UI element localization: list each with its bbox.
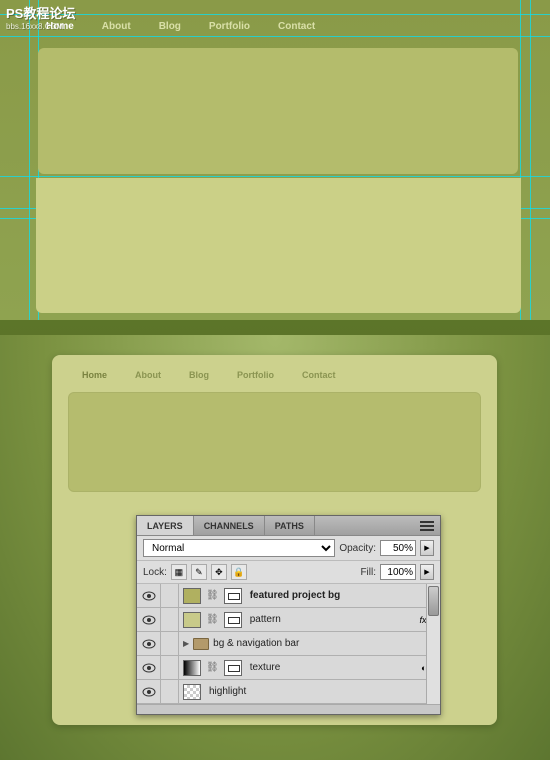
blend-opacity-row: Normal Opacity: ▶ (137, 536, 440, 561)
lock-transparency-icon[interactable]: ▦ (171, 564, 187, 580)
mask-thumb[interactable] (224, 612, 242, 628)
fill-flyout-button[interactable]: ▶ (420, 564, 434, 580)
layer-scrollbar[interactable] (426, 584, 440, 704)
layer-thumbs: ⛓ (179, 588, 246, 604)
layer-row[interactable]: ⛓ texture ◐ ▾ (137, 656, 440, 680)
layer-row[interactable]: ▶ bg & navigation bar (137, 632, 440, 656)
guide-vertical (530, 0, 531, 320)
layer-list: ⛓ featured project bg ⛓ pattern fx ▾ ▶ b… (137, 584, 440, 704)
watermark-line1: PS教程论坛 (6, 6, 75, 22)
nav-item-contact[interactable]: Contact (264, 16, 329, 37)
fill-label: Fill: (360, 567, 376, 578)
watermark-line2: bbs.16xx8.COM (6, 22, 75, 32)
nav-item-blog[interactable]: Blog (145, 16, 195, 37)
layer-row[interactable]: highlight (137, 680, 440, 704)
layers-panel[interactable]: LAYERS CHANNELS PATHS Normal Opacity: ▶ … (136, 515, 441, 715)
lock-fill-row: Lock: ▦ ✎ ✥ 🔒 Fill: ▶ (137, 561, 440, 584)
eye-icon (142, 639, 156, 649)
layer-thumb[interactable] (183, 660, 201, 676)
link-icon: ⛓ (204, 662, 221, 673)
layer-thumbs (179, 684, 205, 700)
layers-footer (137, 704, 440, 714)
eye-icon (142, 687, 156, 697)
visibility-toggle[interactable] (137, 680, 161, 703)
visibility-toggle[interactable] (137, 632, 161, 655)
folder-disclosure-icon[interactable]: ▶ (179, 639, 193, 648)
layer-thumb[interactable] (183, 588, 201, 604)
layer-name[interactable]: highlight (205, 686, 440, 697)
opacity-label: Opacity: (339, 543, 376, 554)
layer-thumbs: ⛓ (179, 660, 246, 676)
eye-icon (142, 615, 156, 625)
featured-box-bottom (68, 392, 481, 492)
scrollbar-thumb[interactable] (428, 586, 439, 616)
hamburger-icon (420, 525, 434, 527)
visibility-toggle[interactable] (137, 584, 161, 607)
nav-item-home[interactable]: Home (68, 366, 121, 384)
nav-item-blog[interactable]: Blog (175, 366, 223, 384)
link-cell (161, 632, 179, 655)
layer-name[interactable]: texture (246, 662, 421, 673)
link-cell (161, 608, 179, 631)
featured-box-top (38, 48, 518, 174)
nav-item-contact[interactable]: Contact (288, 366, 350, 384)
guide-horizontal (0, 14, 550, 15)
tab-layers[interactable]: LAYERS (137, 516, 194, 535)
lock-label: Lock: (143, 567, 167, 578)
layer-thumb[interactable] (183, 684, 201, 700)
mask-thumb[interactable] (224, 588, 242, 604)
tab-channels[interactable]: CHANNELS (194, 516, 265, 535)
layer-row[interactable]: ⛓ featured project bg (137, 584, 440, 608)
link-icon: ⛓ (204, 590, 221, 601)
visibility-toggle[interactable] (137, 608, 161, 631)
opacity-input[interactable] (380, 540, 416, 556)
panel-tabs: LAYERS CHANNELS PATHS (137, 516, 440, 536)
tab-paths[interactable]: PATHS (265, 516, 315, 535)
mask-thumb[interactable] (224, 660, 242, 676)
visibility-toggle[interactable] (137, 656, 161, 679)
link-cell (161, 584, 179, 607)
folder-icon (193, 638, 209, 650)
panel-menu-button[interactable] (414, 516, 440, 535)
blend-mode-select[interactable]: Normal (143, 539, 335, 557)
nav-item-portfolio[interactable]: Portfolio (223, 366, 288, 384)
link-icon: ⛓ (204, 614, 221, 625)
link-cell (161, 656, 179, 679)
nav-item-portfolio[interactable]: Portfolio (195, 16, 264, 37)
watermark-text: PS教程论坛 bbs.16xx8.COM (6, 6, 75, 31)
layer-name[interactable]: featured project bg (246, 590, 440, 601)
eye-icon (142, 591, 156, 601)
layer-thumb[interactable] (183, 612, 201, 628)
opacity-flyout-button[interactable]: ▶ (420, 540, 434, 556)
link-cell (161, 680, 179, 703)
guide-vertical (29, 0, 30, 320)
eye-icon (142, 663, 156, 673)
nav-bar-top: Home About Blog Portfolio Contact (32, 16, 329, 37)
canvas-mockup-top: Home About Blog Portfolio Contact (0, 0, 550, 320)
nav-item-about[interactable]: About (88, 16, 145, 37)
lock-paint-icon[interactable]: ✎ (191, 564, 207, 580)
layer-row[interactable]: ⛓ pattern fx ▾ (137, 608, 440, 632)
lock-all-icon[interactable]: 🔒 (231, 564, 247, 580)
nav-bar-bottom: Home About Blog Portfolio Contact (52, 355, 497, 392)
layer-name[interactable]: pattern (246, 614, 420, 625)
fill-input[interactable] (380, 564, 416, 580)
layer-thumbs: ⛓ (179, 612, 246, 628)
nav-item-about[interactable]: About (121, 366, 175, 384)
lock-position-icon[interactable]: ✥ (211, 564, 227, 580)
content-panel-lower (36, 178, 521, 313)
layer-name[interactable]: bg & navigation bar (209, 638, 440, 649)
guide-horizontal (0, 176, 550, 177)
